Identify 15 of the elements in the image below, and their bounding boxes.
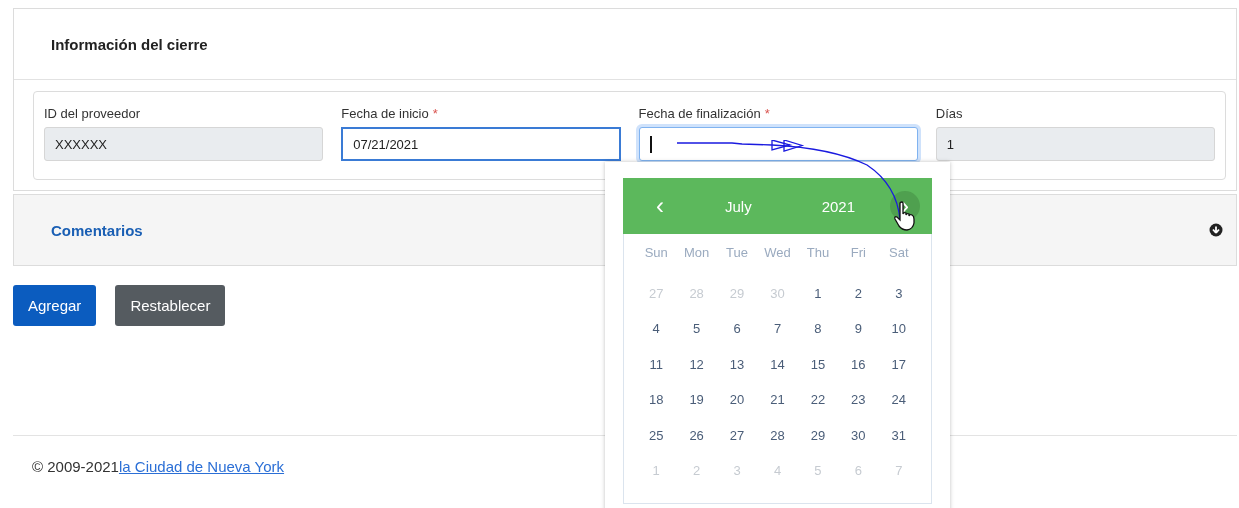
field-label: Días	[935, 106, 963, 121]
weekday-label: Tue	[725, 243, 749, 262]
field-label: Fecha de inicio	[341, 106, 429, 121]
weekday-label: Thu	[805, 243, 831, 262]
panel-title: Información del cierre	[51, 35, 208, 53]
required-mark: *	[432, 106, 438, 121]
weekday-label: Sat	[888, 243, 910, 262]
copyright-text: © 2009-2021	[32, 458, 119, 475]
field-label: Fecha de finalización	[638, 106, 761, 121]
weekday-label: Fri	[849, 243, 867, 262]
field-label: ID del proveedor	[44, 106, 141, 121]
weekday-label: Sun	[643, 243, 669, 262]
weekday-label: Wed	[763, 243, 792, 262]
required-mark: *	[764, 106, 770, 121]
weekday-label: Mon	[683, 243, 711, 262]
